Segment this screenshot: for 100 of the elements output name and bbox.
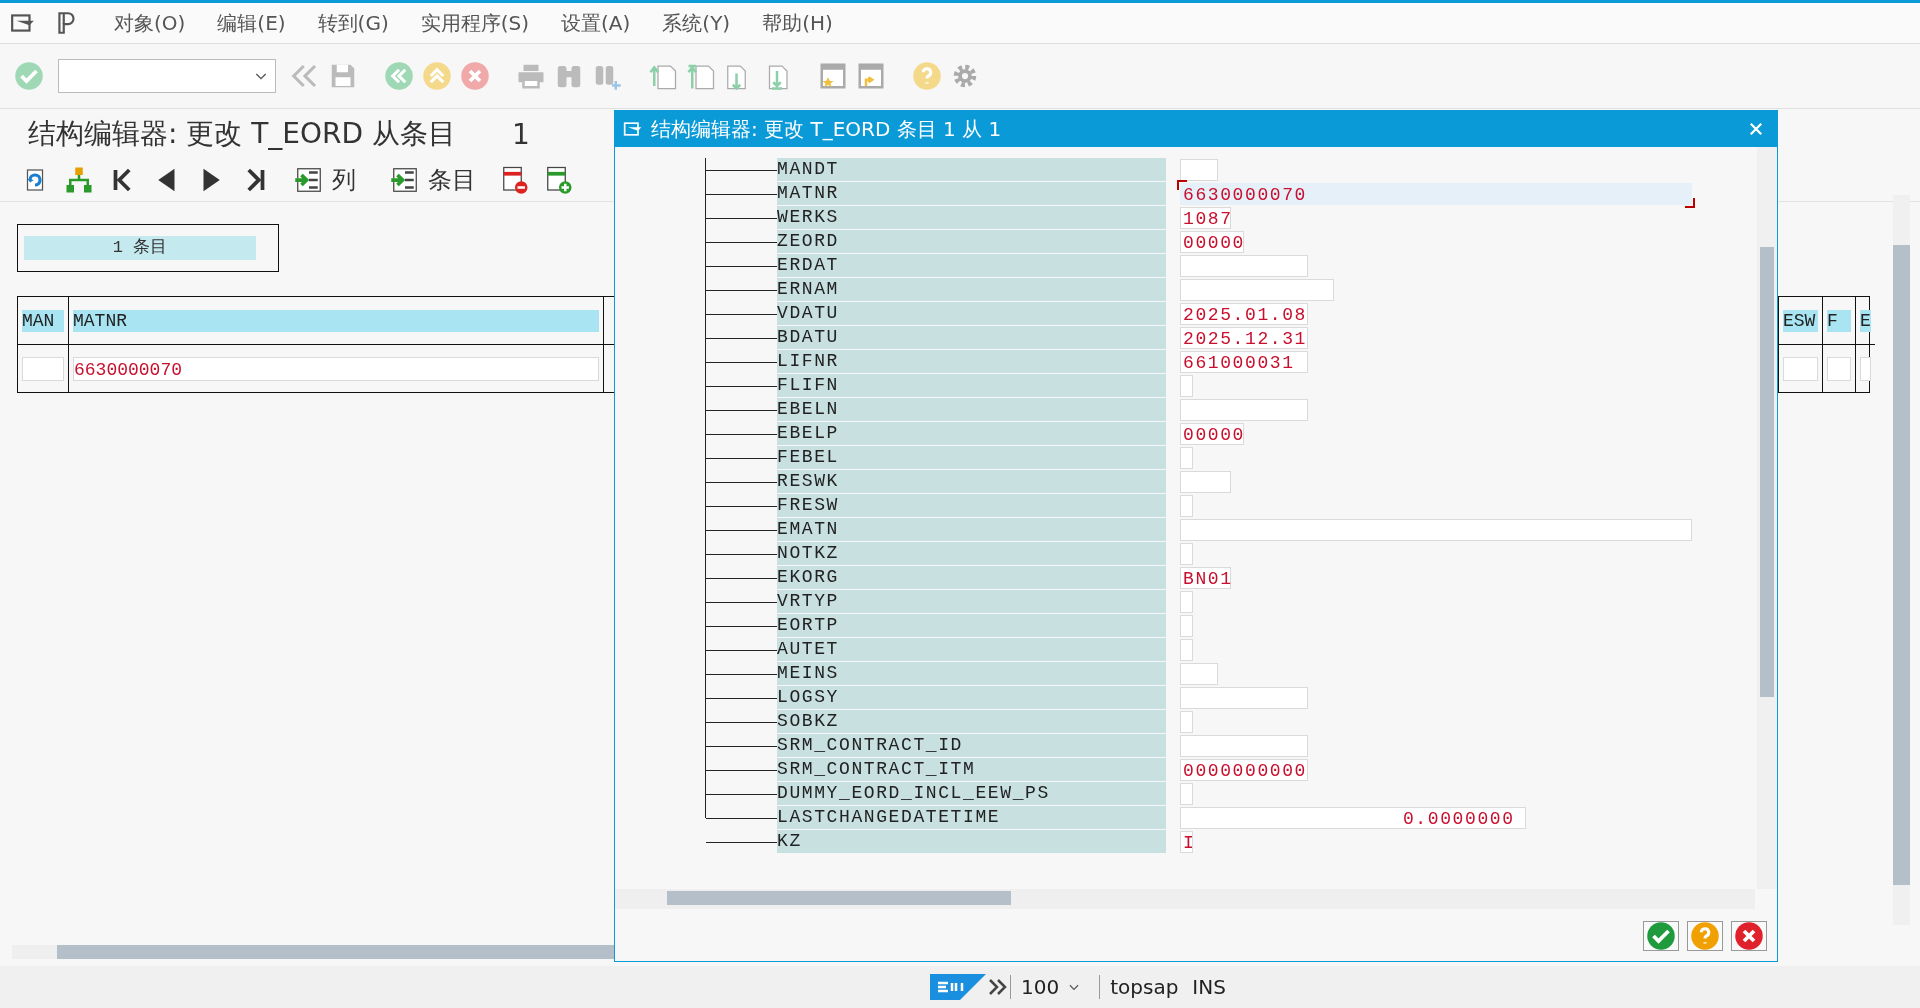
delete-row-icon[interactable] [500,165,530,195]
input-field[interactable] [1180,519,1692,541]
toolbar-button[interactable]: 列 [284,164,366,196]
up-icon[interactable] [422,61,452,91]
command-field[interactable] [58,59,276,93]
input-field[interactable] [1180,783,1193,805]
input-field[interactable]: 0000000000 [1180,759,1308,781]
field-label: MANDT [777,158,1166,181]
input-field[interactable] [1180,159,1219,181]
field-label: EKORG [777,566,1166,589]
shortcut-icon[interactable] [856,61,886,91]
close-icon[interactable] [1747,120,1765,138]
field-label: ERNAM [777,278,1166,301]
input-field[interactable] [1180,711,1193,733]
field-label: LIFNR [777,350,1166,373]
input-field[interactable]: 00000 [1180,423,1244,445]
field-label: EORTP [777,614,1166,637]
scrollbar[interactable] [12,945,612,959]
input-field[interactable]: BN01 [1180,567,1232,589]
input-field[interactable]: 2025.01.08 [1180,303,1308,325]
menu-item[interactable]: 对象(O) [98,9,202,37]
input-field[interactable]: 0.0000000 [1180,807,1526,829]
input-field[interactable] [1180,471,1232,493]
field-label: SRM_CONTRACT_ID [777,734,1166,757]
field-label: FEBEL [777,446,1166,469]
input-field[interactable] [1180,279,1334,301]
menu-item[interactable]: 帮助(H) [746,9,849,37]
field-label: FRESW [777,494,1166,517]
column-header[interactable]: ESW [1783,309,1818,332]
menu-item[interactable]: 转到(G) [301,9,405,37]
toolbar-button[interactable]: 条目 [380,164,486,196]
scrollbar[interactable] [1893,195,1910,925]
entry-count: 1 条目 [24,236,256,260]
menu-item[interactable]: 编辑(E) [201,9,302,37]
scrollbar[interactable] [1757,147,1777,889]
field-label: SRM_CONTRACT_ITM [777,758,1166,781]
field-label: AUTET [777,638,1166,661]
new-window-icon[interactable] [818,61,848,91]
input-field[interactable] [1180,687,1308,709]
field-label: ERDAT [777,254,1166,277]
menu-item[interactable]: 系统(Y) [646,9,747,37]
system-name: topsap [1099,975,1179,999]
field-label: FLIFN [777,374,1166,397]
screen-title: 1 [512,117,530,151]
input-field[interactable] [1180,375,1193,397]
scrollbar[interactable] [615,889,1755,909]
table-cell[interactable] [1783,357,1818,381]
insert-mode[interactable]: INS [1192,975,1226,999]
column-header[interactable]: MAN [22,309,64,332]
input-field[interactable] [1180,735,1308,757]
back-icon[interactable] [384,61,414,91]
input-field[interactable] [1180,639,1193,661]
field-label: MATNR [777,182,1166,205]
field-label: RESWK [777,470,1166,493]
field-label: EBELP [777,422,1166,445]
table-cell[interactable]: 6630000070 [73,357,599,381]
field-label: BDATU [777,326,1166,349]
import-icon[interactable] [294,165,324,195]
input-field[interactable] [1180,495,1193,517]
field-label: NOTKZ [777,542,1166,565]
field-label: LASTCHANGEDATETIME [777,806,1166,829]
field-label: ZEORD [777,230,1166,253]
input-field[interactable]: I [1180,831,1193,853]
input-field[interactable] [1180,255,1308,277]
zoom-level[interactable]: 100 [1010,975,1068,999]
input-field[interactable] [1180,615,1193,637]
table-cell[interactable] [1860,357,1871,381]
input-field[interactable] [1180,543,1193,565]
table-cell[interactable] [1827,357,1851,381]
field-label: EMATN [777,518,1166,541]
import-icon[interactable] [390,165,420,195]
field-label: DUMMY_EORD_INCL_EEW_PS [777,782,1166,805]
hierarchy-icon[interactable] [64,165,94,195]
column-header[interactable]: E [1860,309,1871,332]
input-field[interactable] [1180,399,1308,421]
input-field[interactable]: 661000031 [1180,351,1308,373]
column-header[interactable]: F [1827,309,1851,332]
field-label: VDATU [777,302,1166,325]
field-label: EBELN [777,398,1166,421]
menu-item[interactable]: 设置(A) [545,9,647,37]
menu-item[interactable]: 实用程序(S) [404,9,546,37]
input-field[interactable]: 6630000070 [1180,183,1692,205]
logo-icon [930,974,986,1000]
field-label: WERKS [777,206,1166,229]
screen-title: 结构编辑器: 更改 T_EORD 从条目 [28,116,456,152]
input-field[interactable]: 00000 [1180,231,1244,253]
field-label: MEINS [777,662,1166,685]
input-field[interactable] [1180,591,1193,613]
confirm-icon[interactable] [14,61,44,91]
help-icon[interactable] [912,61,942,91]
input-field[interactable]: 1087 [1180,207,1232,229]
insert-row-icon[interactable] [544,165,574,195]
dialog-title: 结构编辑器: 更改 T_EORD 条目 1 从 1 [651,115,1003,143]
column-header[interactable]: MATNR [73,309,599,332]
input-field[interactable] [1180,447,1193,469]
menu-icon[interactable] [623,119,643,139]
input-field[interactable]: 2025.12.31 [1180,327,1308,349]
input-field[interactable] [1180,663,1219,685]
field-label: SOBKZ [777,710,1166,733]
table-cell[interactable] [22,357,64,381]
